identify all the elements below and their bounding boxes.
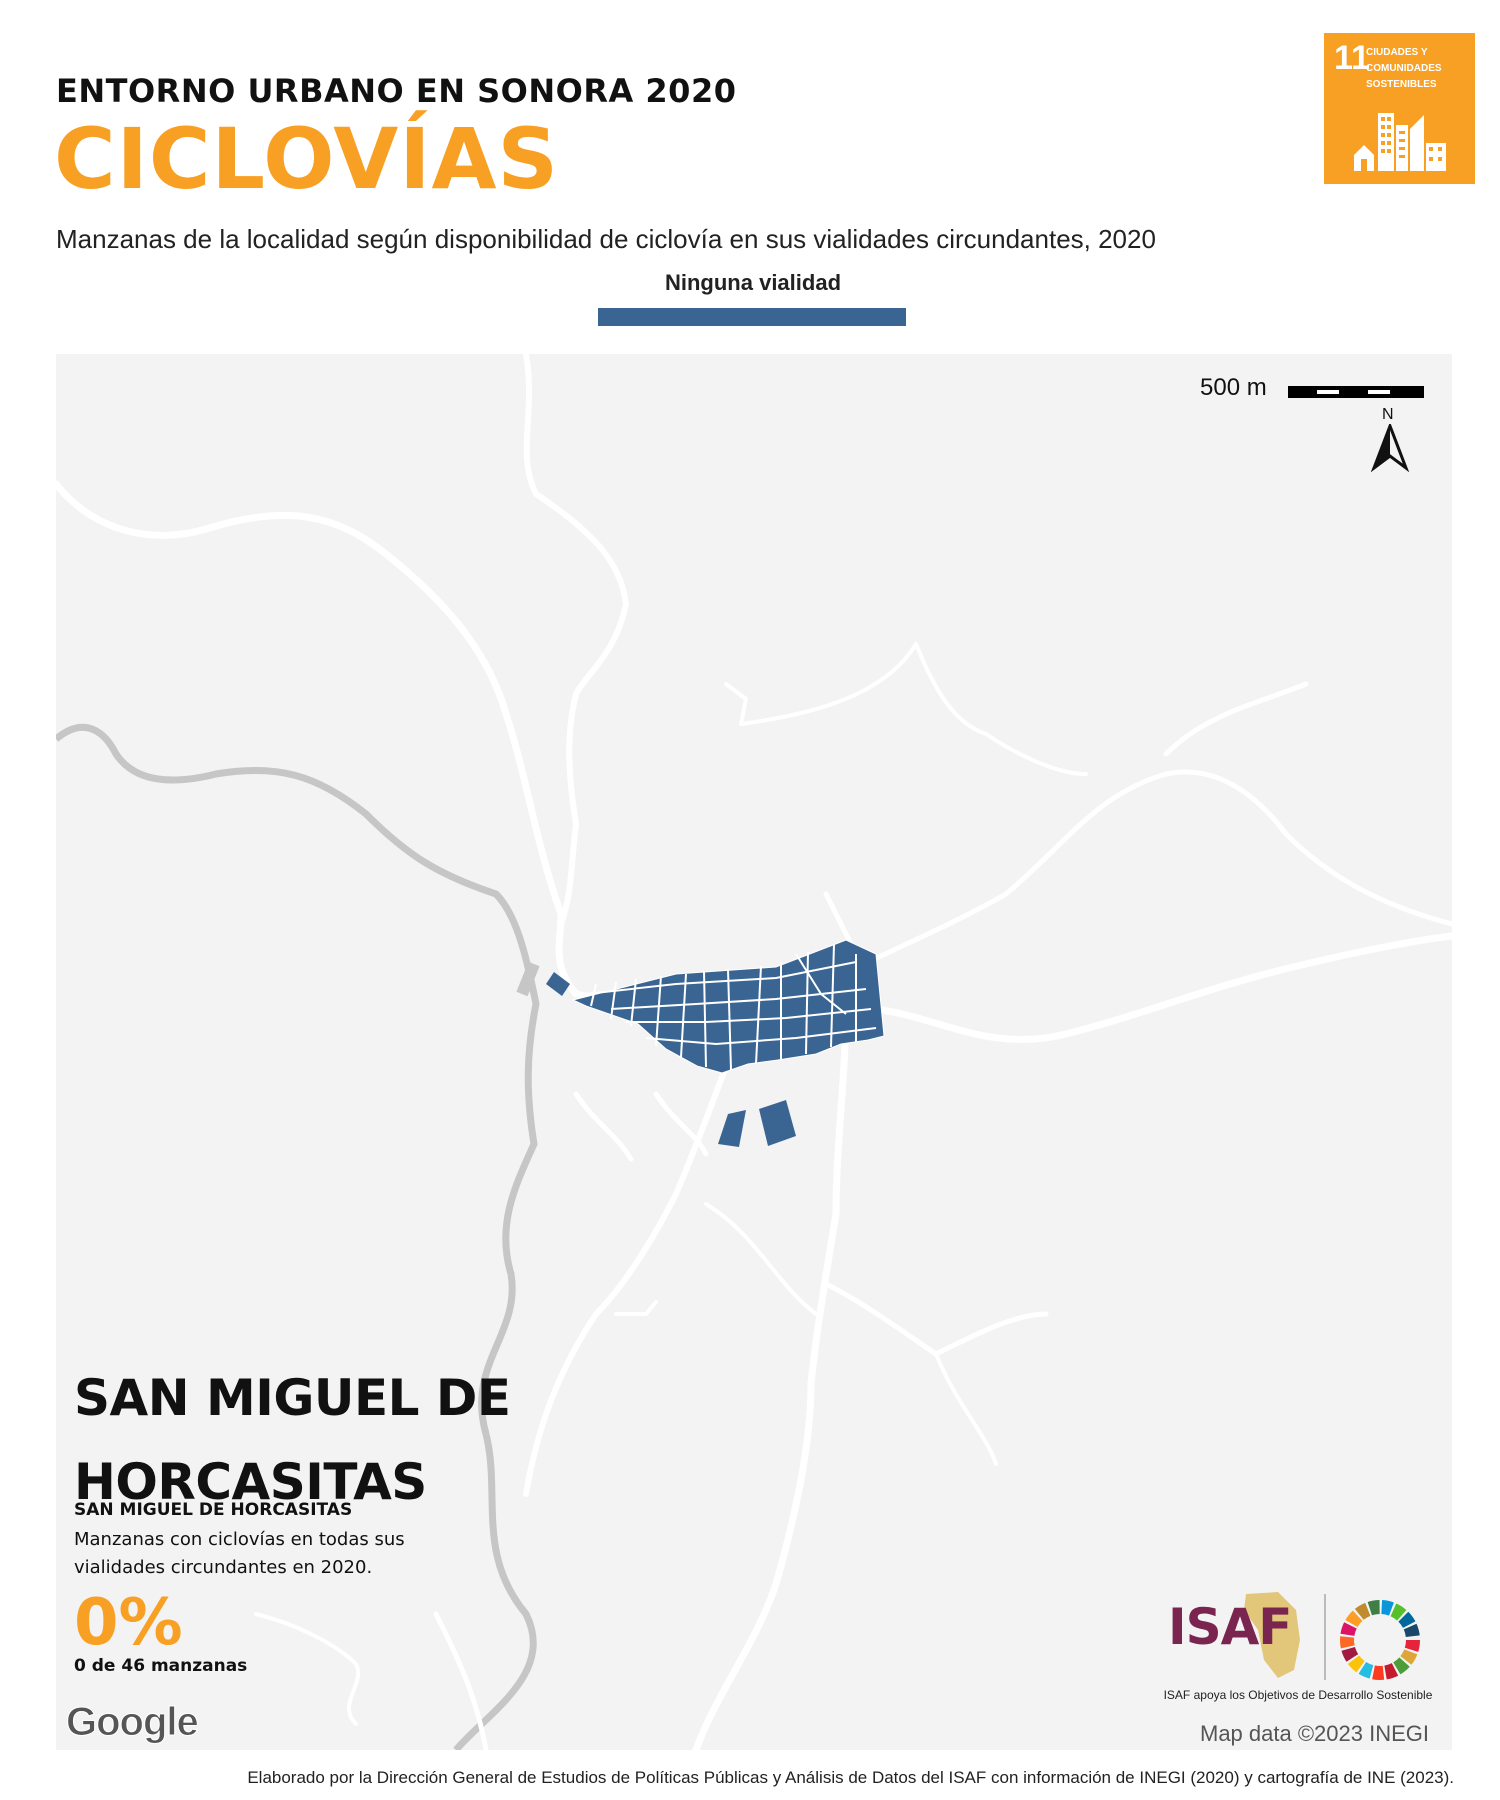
footer-credit: Elaborado por la Dirección General de Es…	[247, 1768, 1454, 1787]
header-kicker: ENTORNO URBANO EN SONORA 2020	[56, 72, 737, 110]
sdg-number: 11	[1334, 39, 1370, 77]
map-attribution[interactable]: Map data ©2023 INEGI	[1200, 1721, 1429, 1747]
town-block	[759, 1100, 796, 1146]
locality-title: SAN MIGUEL DE HORCASITAS	[74, 1369, 511, 1511]
map-subtitle: Manzanas de la localidad según disponibi…	[56, 224, 1156, 254]
google-logo[interactable]: Google	[66, 1700, 200, 1745]
isaf-tagline: ISAF apoya los Objetivos de Desarrollo S…	[1163, 1688, 1433, 1702]
sdg-text-line: CIUDADES Y	[1366, 47, 1428, 58]
town-block	[718, 1110, 746, 1147]
scale-bar	[1288, 386, 1424, 398]
legend-label: Ninguna vialidad	[664, 270, 842, 295]
north-label: N	[1382, 406, 1394, 423]
divider	[1324, 1594, 1326, 1680]
isaf-logo: ISAF	[1168, 1598, 1292, 1656]
sdg-11-badge: 11 CIUDADES Y COMUNIDADES SOSTENIBLES	[1324, 33, 1475, 184]
scale-label: 500 m	[1200, 374, 1267, 401]
stat-description: Manzanas con ciclovías en todas sus vial…	[74, 1529, 405, 1578]
legend-swatch	[598, 308, 906, 326]
sdg-wheel-icon	[1339, 1600, 1420, 1680]
sdg-text-line: SOSTENIBLES	[1366, 79, 1437, 90]
city-buildings-icon	[1354, 113, 1446, 171]
stat-value: 0%	[74, 1586, 183, 1660]
locality-subtitle: SAN MIGUEL DE HORCASITAS	[74, 1500, 353, 1520]
sdg-text-line: COMUNIDADES	[1366, 63, 1442, 74]
stat-count: 0 de 46 manzanas	[74, 1656, 248, 1676]
page-title: CICLOVÍAS	[54, 110, 560, 208]
north-arrow-icon: N	[1368, 406, 1412, 472]
sdg-text: CIUDADES Y COMUNIDADES SOSTENIBLES	[1366, 45, 1471, 93]
